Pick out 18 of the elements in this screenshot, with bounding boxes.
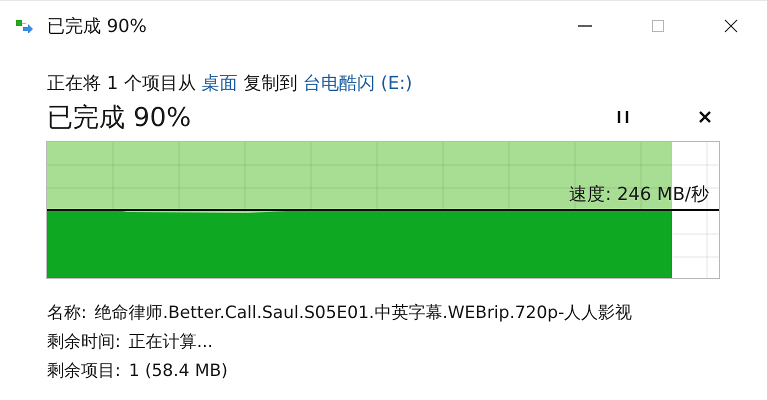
detail-value: 绝命律师.Better.Call.Saul.S05E01.中英字幕.WEBrip.720p-人人影视: [94, 303, 632, 323]
progress-heading: 已完成 90%: [47, 102, 192, 134]
detail-label: 剩余时间:: [47, 332, 121, 352]
close-icon: [722, 18, 738, 34]
destination-link[interactable]: 台电酷闪 (E:): [303, 73, 412, 94]
pause-icon: [616, 109, 630, 125]
detail-label: 剩余项目:: [47, 361, 121, 381]
source-link[interactable]: 桌面: [202, 73, 238, 94]
detail-label: 名称:: [47, 303, 87, 323]
detail-value: 1 (58.4 MB): [128, 361, 228, 381]
minimize-icon: [578, 25, 592, 27]
copy-icon: [16, 19, 34, 33]
cancel-icon: [698, 110, 712, 124]
maximize-icon: [650, 18, 666, 34]
copy-description: 正在将 1 个项目从 桌面 复制到 台电酷闪 (E:): [46, 72, 414, 95]
speed-label: 速度: 246 MB/秒: [569, 183, 709, 206]
detail-value: 正在计算...: [128, 332, 213, 352]
window-title: 已完成 90%: [47, 15, 147, 38]
